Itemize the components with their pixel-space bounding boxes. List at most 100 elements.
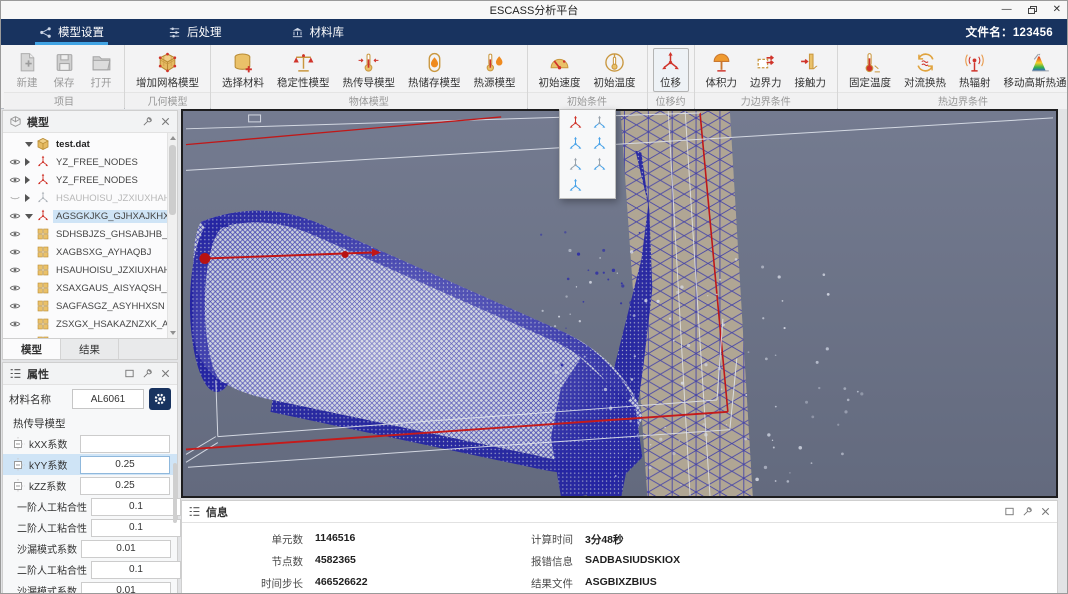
eye-closed-icon[interactable]: [8, 192, 22, 204]
info-fields: 单元数1146516计算时间3分48秒节点数4582365报错信息SADBASI…: [182, 523, 1057, 591]
toolbar-button-save[interactable]: 保存: [46, 48, 82, 92]
eye-open-icon[interactable]: [8, 336, 22, 338]
property-value-input[interactable]: 0.01: [81, 582, 171, 594]
minimize-button[interactable]: —: [1002, 5, 1012, 15]
tree-item[interactable]: SAGFASGZ_ASYHHXSN: [3, 297, 177, 315]
property-value-input[interactable]: 0.1: [91, 519, 181, 537]
material-name-input[interactable]: AL6061: [72, 389, 144, 409]
toolbar-button-label: 接触力: [795, 75, 827, 90]
property-row[interactable]: kXX系数: [3, 433, 177, 454]
tree-item[interactable]: SDHSBJZS_GHSABJHB_ZAHU: [3, 333, 177, 338]
property-row[interactable]: 一阶人工粘合性0.1: [3, 496, 177, 517]
pin-icon[interactable]: [142, 368, 153, 379]
toolbar-button-folder-open[interactable]: 打开: [83, 48, 119, 92]
toolbar-button-stability[interactable]: 稳定性模型: [271, 48, 336, 92]
material-settings-button[interactable]: [149, 388, 171, 410]
toolbar-button-radiation[interactable]: 热辐射: [953, 48, 997, 92]
tree-item[interactable]: XAGBSXG_AYHAQBJ: [3, 243, 177, 261]
displacement-option-4-triad-icon[interactable]: [565, 156, 585, 174]
maximize-panel-icon[interactable]: [124, 368, 135, 379]
scrollbar-thumb[interactable]: [173, 463, 177, 523]
maximize-panel-icon[interactable]: [1004, 506, 1015, 517]
close-icon[interactable]: [1040, 506, 1051, 517]
expander-down-icon[interactable]: [25, 142, 33, 147]
maximize-button[interactable]: [1028, 6, 1037, 14]
property-row[interactable]: 二阶人工粘合性0.1: [3, 559, 177, 580]
tree-item[interactable]: YZ_FREE_NODES: [3, 153, 177, 171]
toolbar-button-doc-new[interactable]: 新建: [9, 48, 45, 92]
property-row[interactable]: 沙漏模式系数0.01: [3, 538, 177, 559]
property-value-input[interactable]: 0.01: [81, 540, 171, 558]
property-value-input[interactable]: 0.25: [80, 477, 170, 495]
toolbar-button-heat-conduction[interactable]: 热传导模型: [337, 48, 402, 92]
toolbar-button-material-select[interactable]: 选择材料: [216, 48, 270, 92]
tree-item[interactable]: HSAUHOISU_JZXIUXHAHX: [3, 189, 177, 207]
displacement-option-2-triad-icon[interactable]: [565, 135, 585, 153]
toolbar-button-boundary-force[interactable]: 边界力: [744, 48, 788, 92]
convection-icon: [914, 51, 937, 74]
property-value-input[interactable]: [80, 435, 170, 453]
displacement-option-1-triad-icon[interactable]: [590, 114, 610, 132]
tree-item[interactable]: test.dat: [3, 135, 177, 153]
property-value-input[interactable]: 0.1: [91, 498, 181, 516]
property-row[interactable]: kYY系数0.25: [3, 454, 177, 475]
tree-scrollbar[interactable]: [167, 133, 177, 338]
expander-right-icon[interactable]: [25, 176, 33, 184]
toolbar-button-heat-source[interactable]: 热源模型: [468, 48, 522, 92]
eye-open-icon[interactable]: [8, 174, 22, 186]
toolbar-button-body-force[interactable]: 体积力: [700, 48, 744, 92]
tree-item[interactable]: ZSXGX_HSAKAZNZXK_AHASX: [3, 315, 177, 333]
toolbar-button-gaussian-flux[interactable]: 移动高斯热通量: [998, 48, 1068, 92]
toolbar-button-init-velocity[interactable]: 初始速度: [533, 48, 587, 92]
viewport-3d[interactable]: [181, 109, 1058, 498]
expander-right-icon[interactable]: [25, 194, 33, 202]
nav-tab-model[interactable]: 模型设置: [27, 19, 116, 45]
toolbar-button-heat-storage[interactable]: 热储存模型: [402, 48, 467, 92]
pin-icon[interactable]: [1022, 506, 1033, 517]
tree-item[interactable]: YZ_FREE_NODES: [3, 171, 177, 189]
property-row[interactable]: kZZ系数0.25: [3, 475, 177, 496]
scrollbar-thumb[interactable]: [169, 145, 176, 215]
tree-item[interactable]: HSAUHOISU_JZXIUXHAHX: [3, 261, 177, 279]
toolbar-button-contact-force[interactable]: 接触力: [789, 48, 833, 92]
displacement-option-5-triad-icon[interactable]: [590, 156, 610, 174]
nav-tab-post[interactable]: 后处理: [156, 19, 234, 45]
toolbar-button-fixed-temperature[interactable]: 固定温度: [843, 48, 897, 92]
info-panel: 信息 单元数1146516计算时间3分48秒节点数4582365报错信息SADB…: [181, 500, 1058, 594]
property-row[interactable]: 二阶人工粘合性0.1: [3, 517, 177, 538]
toolbar-button-label: 固定温度: [849, 75, 891, 90]
property-row[interactable]: 沙漏模式系数0.01: [3, 580, 177, 594]
close-icon[interactable]: [160, 368, 171, 379]
displacement-option-0-triad-icon[interactable]: [565, 114, 585, 132]
eye-open-icon[interactable]: [8, 264, 22, 276]
expander-right-icon[interactable]: [25, 158, 33, 166]
toolbar-button-init-temperature[interactable]: 初始温度: [588, 48, 642, 92]
toolbar-button-convection[interactable]: 对流换热: [898, 48, 952, 92]
displacement-option-6-triad-icon[interactable]: [565, 177, 585, 195]
toolbar-button-displacement[interactable]: 位移: [653, 48, 689, 92]
pin-icon[interactable]: [142, 116, 153, 127]
property-value-input[interactable]: 0.1: [91, 561, 181, 579]
close-icon[interactable]: [160, 116, 171, 127]
model-panel-tab-1[interactable]: 结果: [61, 339, 119, 359]
toolbar-group-label: 初始条件: [528, 92, 647, 110]
property-value-input[interactable]: 0.25: [80, 456, 170, 474]
eye-open-icon[interactable]: [8, 210, 22, 222]
close-button[interactable]: ✕: [1053, 5, 1061, 15]
nav-tab-material[interactable]: 材料库: [279, 19, 357, 45]
expander-down-icon[interactable]: [25, 214, 33, 219]
model-panel: 模型 test.datYZ_FREE_NODESYZ_FREE_NODESHSA…: [2, 110, 178, 360]
eye-open-icon[interactable]: [8, 246, 22, 258]
tree-item[interactable]: XSAXGAUS_AISYAQSH_ASHX: [3, 279, 177, 297]
model-panel-tab-0[interactable]: 模型: [3, 339, 61, 359]
displacement-option-3-triad-icon[interactable]: [590, 135, 610, 153]
eye-open-icon[interactable]: [8, 282, 22, 294]
eye-open-icon[interactable]: [8, 156, 22, 168]
init-velocity-icon: [548, 51, 571, 74]
tree-item[interactable]: AGSGKJKG_GJHXAJKHXA: [3, 207, 177, 225]
eye-open-icon[interactable]: [8, 228, 22, 240]
eye-open-icon[interactable]: [8, 318, 22, 330]
eye-open-icon[interactable]: [8, 300, 22, 312]
toolbar-button-mesh-cube[interactable]: 增加网格模型: [130, 48, 205, 92]
tree-item[interactable]: SDHSBJZS_GHSABJHB_ZAHU: [3, 225, 177, 243]
